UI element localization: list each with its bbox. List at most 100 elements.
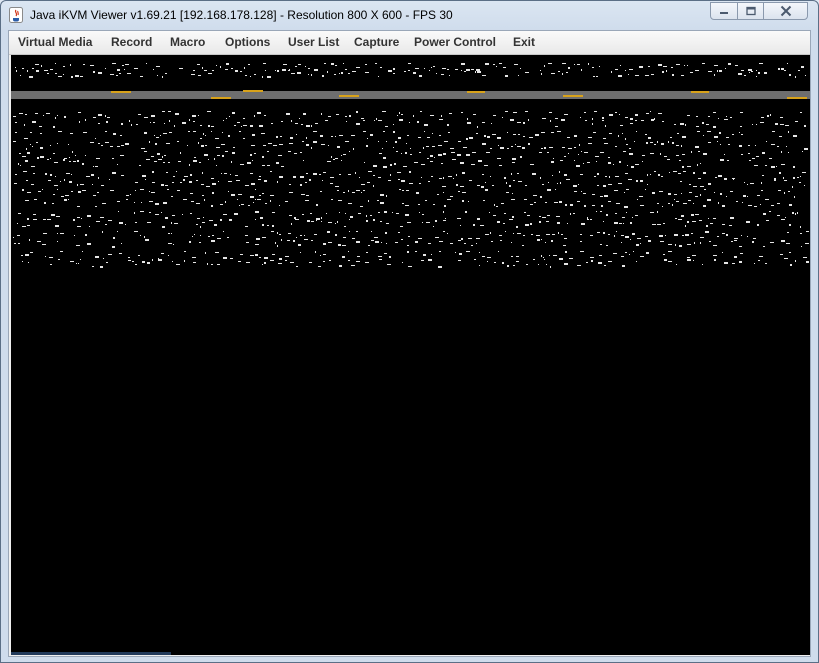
remote-screen-artifact — [401, 239, 403, 240]
remote-screen-artifact — [679, 160, 681, 161]
remote-screen-artifact — [645, 236, 648, 237]
remote-screen-artifact — [262, 193, 264, 194]
menu-virtual-media[interactable]: Virtual Media — [18, 35, 92, 49]
remote-screen-artifact — [795, 260, 796, 262]
remote-screen-artifact — [68, 199, 69, 200]
remote-screen-artifact — [645, 134, 647, 135]
remote-screen-artifact — [493, 64, 495, 65]
remote-screen-artifact — [682, 154, 685, 155]
remote-screen-artifact — [338, 200, 342, 201]
remote-screen-artifact — [11, 219, 810, 228]
remote-screen-artifact — [156, 66, 160, 67]
remote-screen-artifact — [262, 156, 264, 158]
maximize-button[interactable] — [737, 2, 764, 20]
remote-screen-artifact — [501, 203, 504, 204]
remote-screen-artifact — [474, 259, 476, 260]
remote-screen-artifact — [169, 132, 172, 133]
remote-screen-artifact — [285, 256, 289, 257]
remote-screen-artifact — [450, 148, 454, 149]
menu-capture[interactable]: Capture — [354, 35, 399, 49]
remote-screen-artifact — [579, 144, 580, 146]
remote-screen-artifact — [626, 189, 629, 190]
java-icon[interactable] — [9, 7, 23, 23]
remote-screen-artifact — [373, 219, 375, 221]
remote-screen-artifact — [636, 180, 638, 182]
menu-power-control[interactable]: Power Control — [414, 35, 496, 49]
remote-screen-artifact — [316, 220, 317, 221]
remote-screen-artifact — [689, 192, 692, 193]
minimize-button[interactable] — [710, 2, 738, 20]
remote-screen-artifact — [79, 121, 80, 123]
remote-screen-artifact — [200, 125, 202, 126]
remote-screen-artifact — [401, 153, 402, 154]
remote-screen-artifact — [240, 164, 244, 165]
remote-screen-artifact — [254, 153, 256, 154]
remote-screen-artifact — [205, 252, 206, 254]
remote-screen-artifact — [163, 133, 167, 134]
remote-screen-artifact — [158, 159, 162, 160]
remote-screen-artifact — [687, 65, 688, 66]
remote-screen-artifact — [668, 193, 671, 195]
remote-screen[interactable] — [11, 55, 810, 655]
remote-screen-artifact — [581, 191, 582, 192]
remote-screen-artifact — [485, 63, 489, 65]
remote-screen-artifact — [17, 235, 20, 236]
remote-screen-artifact — [374, 237, 378, 238]
remote-screen-artifact — [253, 202, 254, 203]
remote-screen-artifact — [460, 186, 464, 187]
remote-screen-artifact — [291, 120, 292, 122]
remote-screen-artifact — [275, 242, 276, 244]
remote-screen-artifact — [176, 264, 180, 265]
remote-screen-artifact — [323, 243, 326, 245]
remote-screen-artifact — [296, 237, 297, 238]
remote-screen-artifact — [528, 119, 529, 121]
remote-screen-artifact — [549, 147, 553, 148]
remote-screen-artifact — [606, 214, 608, 216]
remote-screen-artifact — [709, 241, 711, 242]
remote-screen-artifact — [676, 155, 679, 156]
remote-screen-artifact — [252, 134, 255, 136]
remote-screen-artifact — [752, 241, 754, 243]
remote-screen-artifact — [625, 173, 628, 174]
remote-screen-artifact — [487, 261, 488, 262]
remote-screen-artifact — [110, 190, 114, 191]
remote-screen-artifact — [703, 153, 707, 155]
remote-screen-artifact — [681, 193, 682, 194]
menu-exit[interactable]: Exit — [513, 35, 535, 49]
remote-screen-artifact — [224, 173, 227, 174]
remote-screen-artifact — [744, 75, 746, 76]
remote-screen-artifact — [696, 116, 698, 117]
remote-screen-artifact — [302, 214, 304, 215]
remote-screen-artifact — [798, 70, 800, 71]
close-button[interactable] — [763, 2, 808, 20]
remote-screen-artifact — [105, 142, 109, 143]
remote-screen-artifact — [761, 182, 762, 184]
remote-screen-artifact — [203, 217, 204, 218]
title-bar[interactable]: Java iKVM Viewer v1.69.21 [192.168.178.1… — [1, 1, 818, 29]
menu-macro[interactable]: Macro — [170, 35, 205, 49]
remote-screen-artifact — [365, 72, 369, 73]
remote-screen-artifact — [335, 186, 339, 187]
remote-screen-artifact — [522, 147, 525, 149]
remote-screen-artifact — [206, 186, 210, 187]
remote-screen-artifact — [380, 202, 384, 204]
remote-screen-artifact — [457, 154, 461, 156]
menu-options[interactable]: Options — [225, 35, 270, 49]
remote-screen-artifact — [333, 159, 335, 160]
remote-screen-artifact — [121, 123, 123, 125]
remote-screen-artifact — [483, 200, 485, 201]
remote-screen-artifact — [792, 186, 793, 188]
remote-screen-artifact — [289, 184, 291, 185]
remote-screen-artifact — [177, 141, 179, 142]
remote-screen-artifact — [264, 180, 267, 182]
remote-screen-artifact — [639, 196, 643, 197]
remote-screen-artifact — [592, 194, 595, 195]
remote-screen-artifact — [449, 75, 450, 76]
menu-user-list[interactable]: User List — [288, 35, 339, 49]
remote-screen-artifact — [341, 160, 342, 161]
remote-screen-artifact — [700, 163, 701, 164]
remote-screen-artifact — [577, 64, 580, 65]
remote-screen-artifact — [320, 255, 321, 256]
remote-screen-artifact — [257, 112, 261, 114]
menu-record[interactable]: Record — [111, 35, 152, 49]
